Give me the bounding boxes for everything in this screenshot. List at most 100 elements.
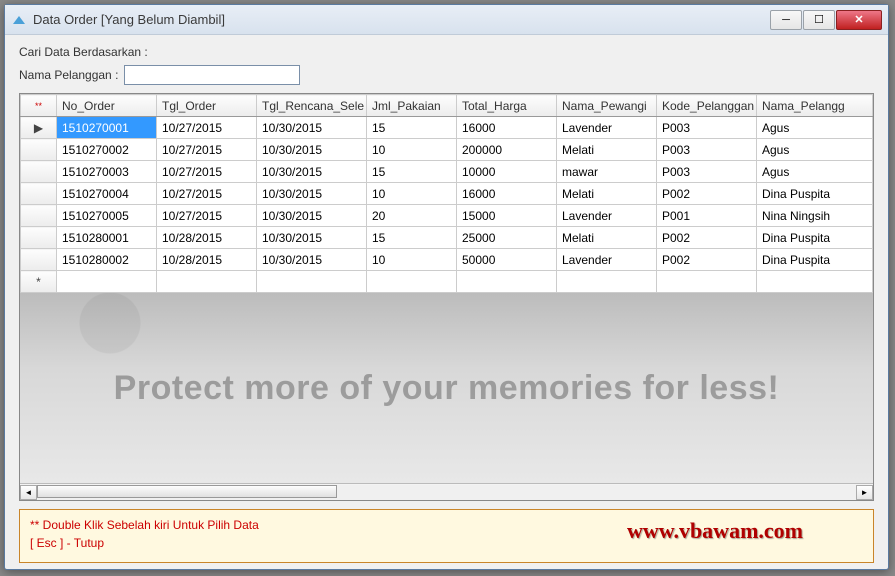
cell[interactable]: Nina Ningsih bbox=[757, 205, 873, 227]
cell[interactable]: Agus bbox=[757, 139, 873, 161]
cell[interactable] bbox=[367, 271, 457, 293]
column-header[interactable]: Nama_Pewangi bbox=[557, 95, 657, 117]
cell[interactable] bbox=[157, 271, 257, 293]
cell[interactable]: 15000 bbox=[457, 205, 557, 227]
table-row[interactable]: 151027000210/27/201510/30/201510200000Me… bbox=[21, 139, 873, 161]
column-header[interactable]: Total_Harga bbox=[457, 95, 557, 117]
scroll-left-button[interactable]: ◄ bbox=[20, 485, 37, 500]
minimize-button[interactable]: ─ bbox=[770, 10, 802, 30]
new-row[interactable]: * bbox=[21, 271, 873, 293]
cell[interactable]: 1510280001 bbox=[57, 227, 157, 249]
row-header[interactable] bbox=[21, 161, 57, 183]
cell[interactable] bbox=[557, 271, 657, 293]
cell[interactable]: 10/30/2015 bbox=[257, 205, 367, 227]
cell[interactable]: Melati bbox=[557, 139, 657, 161]
cell[interactable]: Lavender bbox=[557, 205, 657, 227]
cell[interactable]: P002 bbox=[657, 227, 757, 249]
cell[interactable] bbox=[257, 271, 367, 293]
titlebar[interactable]: Data Order [Yang Belum Diambil] ─ ☐ ✕ bbox=[5, 5, 888, 35]
cell[interactable]: 10/27/2015 bbox=[157, 139, 257, 161]
table-row[interactable]: ▶151027000110/27/201510/30/20151516000La… bbox=[21, 117, 873, 139]
horizontal-scrollbar[interactable]: ◄ ► bbox=[20, 483, 873, 500]
table-row[interactable]: 151027000310/27/201510/30/20151510000maw… bbox=[21, 161, 873, 183]
close-button[interactable]: ✕ bbox=[836, 10, 882, 30]
cell[interactable]: Melati bbox=[557, 183, 657, 205]
cell[interactable]: Dina Puspita bbox=[757, 227, 873, 249]
row-header[interactable]: ▶ bbox=[21, 117, 57, 139]
data-grid[interactable]: **No_OrderTgl_OrderTgl_Rencana_SeleJml_P… bbox=[19, 93, 874, 501]
cell[interactable]: 10/30/2015 bbox=[257, 227, 367, 249]
row-header[interactable] bbox=[21, 139, 57, 161]
cell[interactable]: 15 bbox=[367, 227, 457, 249]
table-row[interactable]: 151028000210/28/201510/30/20151050000Lav… bbox=[21, 249, 873, 271]
cell[interactable]: Dina Puspita bbox=[757, 183, 873, 205]
cell[interactable]: Agus bbox=[757, 161, 873, 183]
cell[interactable]: Lavender bbox=[557, 249, 657, 271]
cell[interactable]: 15 bbox=[367, 161, 457, 183]
column-header[interactable]: Nama_Pelangg bbox=[757, 95, 873, 117]
cell[interactable]: 10/30/2015 bbox=[257, 183, 367, 205]
cell[interactable]: 10/27/2015 bbox=[157, 183, 257, 205]
cell[interactable]: P003 bbox=[657, 161, 757, 183]
scroll-right-button[interactable]: ► bbox=[856, 485, 873, 500]
cell[interactable]: 10/28/2015 bbox=[157, 227, 257, 249]
cell[interactable]: 15 bbox=[367, 117, 457, 139]
column-header[interactable]: Tgl_Order bbox=[157, 95, 257, 117]
row-header[interactable] bbox=[21, 227, 57, 249]
scroll-thumb[interactable] bbox=[37, 485, 337, 498]
grid-corner[interactable]: ** bbox=[21, 95, 57, 117]
cell[interactable]: P001 bbox=[657, 205, 757, 227]
cell[interactable]: 1510270004 bbox=[57, 183, 157, 205]
cell[interactable]: 16000 bbox=[457, 183, 557, 205]
cell[interactable]: 1510270005 bbox=[57, 205, 157, 227]
customer-name-input[interactable] bbox=[124, 65, 300, 85]
cell[interactable]: Melati bbox=[557, 227, 657, 249]
cell[interactable]: 25000 bbox=[457, 227, 557, 249]
cell[interactable]: 10000 bbox=[457, 161, 557, 183]
column-header[interactable]: Jml_Pakaian bbox=[367, 95, 457, 117]
cell[interactable]: 200000 bbox=[457, 139, 557, 161]
table-row[interactable]: 151027000410/27/201510/30/20151016000Mel… bbox=[21, 183, 873, 205]
cell[interactable]: 16000 bbox=[457, 117, 557, 139]
cell[interactable] bbox=[757, 271, 873, 293]
cell[interactable]: Dina Puspita bbox=[757, 249, 873, 271]
cell[interactable]: P003 bbox=[657, 139, 757, 161]
row-header[interactable]: * bbox=[21, 271, 57, 293]
cell[interactable]: 10/27/2015 bbox=[157, 161, 257, 183]
row-header[interactable] bbox=[21, 183, 57, 205]
column-header[interactable]: Kode_Pelanggan bbox=[657, 95, 757, 117]
cell[interactable]: 10/30/2015 bbox=[257, 117, 367, 139]
cell[interactable]: 10/30/2015 bbox=[257, 249, 367, 271]
column-header[interactable]: Tgl_Rencana_Sele bbox=[257, 95, 367, 117]
cell[interactable]: Lavender bbox=[557, 117, 657, 139]
cell[interactable]: 10/30/2015 bbox=[257, 139, 367, 161]
table-row[interactable]: 151028000110/28/201510/30/20151525000Mel… bbox=[21, 227, 873, 249]
cell[interactable]: 1510270001 bbox=[57, 117, 157, 139]
cell[interactable]: 10/30/2015 bbox=[257, 161, 367, 183]
row-header[interactable] bbox=[21, 205, 57, 227]
cell[interactable]: 10 bbox=[367, 183, 457, 205]
cell[interactable]: 10 bbox=[367, 139, 457, 161]
scroll-track[interactable] bbox=[37, 485, 856, 500]
cell[interactable]: 10/27/2015 bbox=[157, 205, 257, 227]
cell[interactable]: Agus bbox=[757, 117, 873, 139]
cell[interactable]: P002 bbox=[657, 249, 757, 271]
table-row[interactable]: 151027000510/27/201510/30/20152015000Lav… bbox=[21, 205, 873, 227]
cell[interactable] bbox=[57, 271, 157, 293]
cell[interactable]: P002 bbox=[657, 183, 757, 205]
cell[interactable] bbox=[657, 271, 757, 293]
cell[interactable]: 50000 bbox=[457, 249, 557, 271]
cell[interactable]: 10 bbox=[367, 249, 457, 271]
cell[interactable]: 1510270002 bbox=[57, 139, 157, 161]
cell[interactable] bbox=[457, 271, 557, 293]
row-header[interactable] bbox=[21, 249, 57, 271]
cell[interactable]: mawar bbox=[557, 161, 657, 183]
cell[interactable]: 1510280002 bbox=[57, 249, 157, 271]
cell[interactable]: P003 bbox=[657, 117, 757, 139]
cell[interactable]: 1510270003 bbox=[57, 161, 157, 183]
cell[interactable]: 10/27/2015 bbox=[157, 117, 257, 139]
column-header[interactable]: No_Order bbox=[57, 95, 157, 117]
maximize-button[interactable]: ☐ bbox=[803, 10, 835, 30]
cell[interactable]: 20 bbox=[367, 205, 457, 227]
cell[interactable]: 10/28/2015 bbox=[157, 249, 257, 271]
